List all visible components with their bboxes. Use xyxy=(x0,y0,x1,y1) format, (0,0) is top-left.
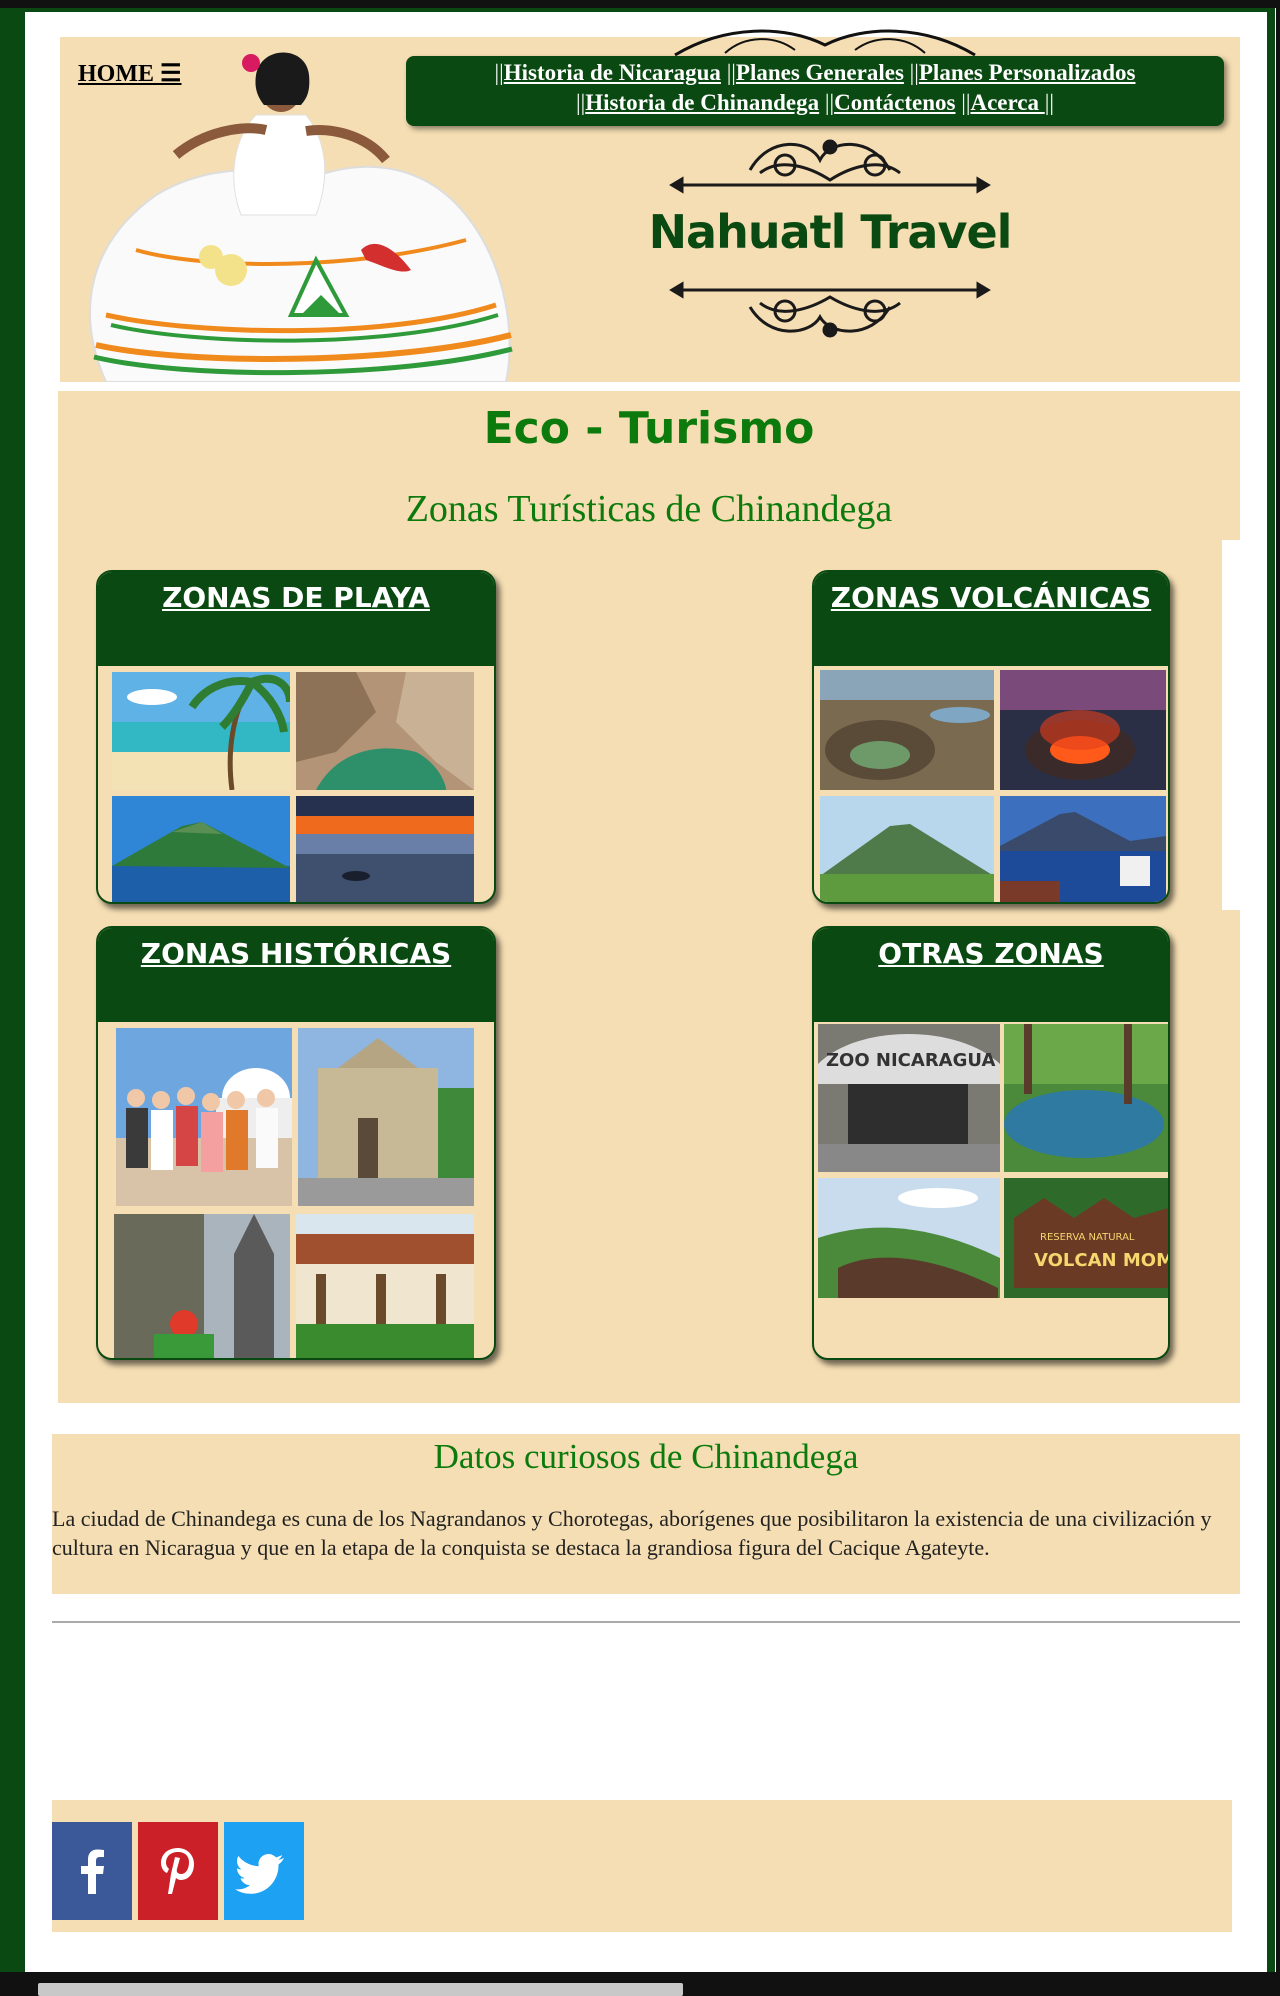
nav-contactenos[interactable]: Contáctenos xyxy=(834,90,955,115)
pinterest-icon xyxy=(138,1822,218,1920)
volcano-landscape-photo[interactable] xyxy=(820,796,994,902)
zone-title-historicas[interactable]: ZONAS HISTÓRICAS xyxy=(98,928,494,1022)
canyon-river-photo[interactable] xyxy=(296,672,474,790)
reserve-sign-top-text: RESERVA NATURAL xyxy=(1040,1232,1135,1243)
site-header: HOME ☰ ||Historia de Nicaragua ||Planes … xyxy=(60,29,1240,382)
layout-gap-left xyxy=(26,540,58,910)
page-border-right xyxy=(1276,0,1280,1996)
nav-planes-personalizados[interactable]: Planes Personalizados xyxy=(919,60,1136,85)
nav-historia-chinandega[interactable]: Historia de Chinandega xyxy=(585,90,819,115)
page-border-right-inner xyxy=(1267,12,1275,1982)
cathedral-photo[interactable] xyxy=(298,1028,474,1206)
tourist-group-photo[interactable] xyxy=(116,1028,292,1206)
beach-palm-photo[interactable] xyxy=(112,672,290,790)
zone-card-volcanicas[interactable]: ZONAS VOLCÁNICAS xyxy=(812,570,1170,904)
layout-gap-right xyxy=(1222,540,1240,910)
lake-volcano-photo[interactable] xyxy=(1000,796,1166,902)
social-bar xyxy=(52,1800,1232,1932)
colonial-street-photo[interactable] xyxy=(114,1214,290,1358)
main-navigation: ||Historia de Nicaragua ||Planes General… xyxy=(406,56,1224,126)
sunset-coast-photo[interactable] xyxy=(296,796,474,902)
zone-card-historicas[interactable]: ZONAS HISTÓRICAS xyxy=(96,926,496,1360)
zone-card-otras[interactable]: OTRAS ZONAS ZOO NICARAGUA RESERVA NATURA… xyxy=(812,926,1170,1360)
courtyard-garden-photo[interactable] xyxy=(296,1214,474,1358)
datos-curiosos-section: Datos curiosos de Chinandega La ciudad d… xyxy=(52,1434,1240,1594)
nav-acerca[interactable]: Acerca xyxy=(970,90,1044,115)
crater-lagoon-photo[interactable] xyxy=(820,670,994,790)
facebook-button[interactable] xyxy=(52,1822,132,1920)
horizontal-scrollbar[interactable] xyxy=(38,1983,683,1996)
crater-ridge-photo[interactable] xyxy=(818,1178,1000,1298)
brand-name: Nahuatl Travel xyxy=(648,205,1013,259)
nav-planes-generales[interactable]: Planes Generales xyxy=(736,60,904,85)
zoo-sign-text: ZOO NICARAGUA xyxy=(826,1050,995,1071)
page-border-left xyxy=(0,0,25,1996)
zone-title-volcanicas[interactable]: ZONAS VOLCÁNICAS xyxy=(814,572,1168,666)
green-lagoon-photo[interactable] xyxy=(1004,1024,1168,1172)
zone-title-otras[interactable]: OTRAS ZONAS xyxy=(814,928,1168,1022)
section-title: Eco - Turismo xyxy=(483,403,815,454)
twitter-icon xyxy=(224,1822,304,1920)
zone-title-playa[interactable]: ZONAS DE PLAYA xyxy=(98,572,494,666)
section-subtitle: Zonas Turísticas de Chinandega xyxy=(405,488,893,530)
divider xyxy=(52,1621,1240,1623)
twitter-button[interactable] xyxy=(224,1822,304,1920)
mombacho-sign-photo[interactable]: RESERVA NATURAL VOLCAN MOMBACH xyxy=(1004,1178,1168,1298)
brand-logo: Nahuatl Travel xyxy=(620,125,1040,345)
datos-paragraph: La ciudad de Chinandega es cuna de los N… xyxy=(52,1506,1212,1560)
lava-crater-photo[interactable] xyxy=(1000,670,1166,790)
zoo-entrance-photo[interactable]: ZOO NICARAGUA xyxy=(818,1024,1000,1172)
datos-title: Datos curiosos de Chinandega xyxy=(433,1437,859,1476)
nav-historia-nicaragua[interactable]: Historia de Nicaragua xyxy=(504,60,721,85)
reserve-sign-main-text: VOLCAN MOMBACH xyxy=(1034,1250,1168,1271)
pinterest-button[interactable] xyxy=(138,1822,218,1920)
zone-card-playa[interactable]: ZONAS DE PLAYA xyxy=(96,570,496,904)
island-volcano-photo[interactable] xyxy=(112,796,290,902)
home-menu-link[interactable]: HOME ☰ xyxy=(78,59,182,88)
page-border-top xyxy=(0,0,1280,8)
facebook-icon xyxy=(52,1822,132,1920)
